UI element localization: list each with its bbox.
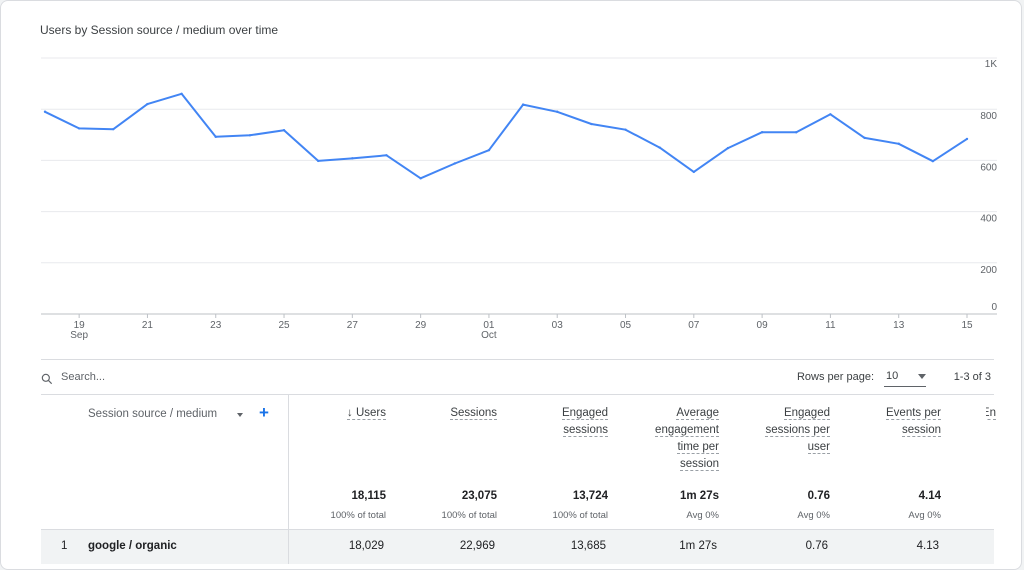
series-line-users [44, 92, 968, 180]
metric-header[interactable]: Events per session [821, 405, 941, 439]
y-tick-label: 800 [980, 111, 997, 122]
data-point [316, 159, 320, 163]
section-divider [41, 359, 994, 360]
metric-column-1: Sessions 23,075 100% of total [377, 395, 497, 525]
data-point [965, 137, 969, 141]
metric-header[interactable]: Engaged sessions [488, 405, 608, 439]
row-metric-value: 0.76 [805, 540, 828, 552]
x-tick-label: 25 [278, 320, 290, 331]
data-point [931, 159, 935, 163]
table-row[interactable]: 1 google / organic 18,029 22,969 13,685 1m … [41, 529, 994, 564]
x-tick-sublabel: Oct [481, 330, 497, 341]
data-point [43, 110, 47, 113]
x-tick-sublabel: Sep [70, 330, 88, 341]
x-tick-label: 07 [688, 320, 700, 331]
y-tick-label: 400 [980, 214, 997, 225]
data-point [897, 142, 900, 145]
row-metric-value: 18,029 [348, 540, 384, 552]
data-point [248, 134, 252, 137]
data-point [795, 131, 798, 134]
metric-header[interactable]: En [986, 405, 996, 422]
metric-total: 4.14 [918, 490, 941, 502]
dropdown-caret-icon [918, 374, 926, 379]
metric-header[interactable]: Average engagement time per session [599, 405, 719, 473]
data-point [180, 92, 183, 96]
data-point [521, 103, 525, 106]
x-tick-label: 23 [210, 320, 222, 331]
metric-column-5: Events per session 4.14 Avg 0% [821, 395, 941, 525]
line-chart: 02004006008001K19Sep21 23 25 27 29 01Oct03 05 0… [41, 57, 998, 341]
data-point [487, 148, 491, 152]
metric-header[interactable]: Sessions [377, 405, 497, 422]
data-point [385, 154, 388, 157]
search-icon [41, 373, 53, 385]
search-input[interactable] [61, 371, 261, 383]
metric-column-2: Engaged sessions 13,724 100% of total [488, 395, 608, 525]
data-point [863, 136, 866, 140]
row-dimension-separator [288, 530, 289, 564]
data-point [658, 146, 661, 149]
x-tick-label: 13 [893, 320, 905, 331]
data-point [692, 170, 696, 174]
row-metric-value: 22,969 [459, 540, 495, 552]
y-tick-label: 1K [985, 59, 998, 70]
data-point [77, 127, 81, 130]
x-tick-label: 27 [347, 320, 359, 331]
pagination-range: 1-3 of 3 [953, 371, 991, 383]
y-tick-label: 600 [980, 162, 997, 173]
metric-header[interactable]: Engaged sessions per user [710, 405, 830, 456]
data-point [214, 135, 217, 139]
data-point [146, 102, 149, 106]
x-tick-label: 05 [620, 320, 632, 331]
x-tick-label: 03 [552, 320, 564, 331]
rows-per-page-value: 10 [886, 370, 899, 382]
rows-per-page-label: Rows per page: [796, 371, 874, 383]
metric-column-3: Average engagement time per session 1m 27s Av… [599, 395, 719, 525]
row-metric-value: 13,685 [570, 540, 606, 552]
data-point [726, 146, 730, 150]
x-tick-label: 15 [961, 320, 973, 331]
data-point [282, 128, 286, 132]
table-toolbar: Rows per page: 10 1-3 of 3 [40, 369, 991, 389]
metric-column-4: Engaged sessions per user 0.76 Avg 0% [710, 395, 830, 525]
data-point [590, 122, 593, 126]
report-card: Users by Session source / medium over ti… [0, 0, 1022, 570]
x-tick-label: 29 [415, 320, 427, 331]
row-metric-value: 1m 27s [679, 540, 717, 552]
data-point [453, 162, 456, 165]
data-point [556, 110, 559, 113]
data-point [419, 177, 422, 180]
dimension-header-label[interactable]: Session source / medium [88, 408, 217, 420]
x-tick-label: 09 [757, 320, 769, 331]
metric-total-sub: Avg 0% [908, 510, 941, 521]
rows-per-page-select[interactable]: 10 [884, 368, 926, 387]
data-point [351, 157, 354, 160]
row-dimension-value: google / organic [88, 540, 177, 552]
row-metric-value: 4.13 [916, 540, 939, 552]
metric-header[interactable]: ↓ Users [266, 405, 386, 422]
data-point [760, 131, 764, 134]
data-point [624, 128, 627, 131]
data-point [829, 113, 832, 116]
metric-column-0: ↓ Users 18,115 100% of total [266, 395, 386, 525]
y-tick-label: 200 [980, 265, 997, 276]
row-index: 1 [61, 540, 68, 552]
x-tick-label: 21 [142, 320, 154, 331]
metric-column-6: En [986, 395, 996, 525]
data-point [112, 127, 115, 131]
dimension-dropdown-icon[interactable] [237, 413, 243, 417]
y-tick-label: 0 [991, 302, 997, 313]
x-tick-label: 11 [825, 320, 836, 331]
